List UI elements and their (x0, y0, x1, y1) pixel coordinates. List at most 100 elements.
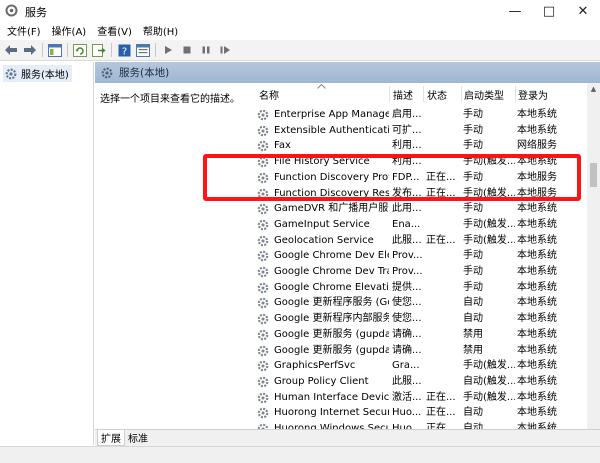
service-desc-cell: 使您... (392, 313, 422, 325)
menu-help[interactable]: 帮助(H) (139, 23, 182, 38)
service-startup-cell: 手动 (463, 266, 483, 277)
service-desc-cell: 此用... (392, 203, 422, 215)
menu-bar: 文件(F) 操作(A) 查看(V) 帮助(H) (0, 22, 600, 38)
restart-icon (220, 46, 230, 54)
services-gear-icon (101, 67, 113, 78)
service-row[interactable]: Google 更新程序服务 (Go...使您... 自动 本地系统 (255, 295, 587, 311)
toolbar-separator (67, 43, 68, 57)
services-list[interactable]: 名称 描述 状态 启动类型 登录为 Enterprise App Manage.… (255, 83, 587, 445)
console-tree-button[interactable] (47, 42, 63, 58)
service-logon-cell: 本地系统 (517, 375, 557, 387)
menu-file[interactable]: 文件(F) (3, 23, 45, 38)
service-row[interactable]: Fax 利用... 手动 网络服务 (255, 138, 587, 154)
service-status-cell: 正在... (426, 407, 456, 419)
service-gear-icon (257, 376, 269, 388)
service-row[interactable]: Google Chrome Dev Tra...Prov... 手动 本地系统 (255, 264, 587, 280)
service-row[interactable]: Google 更新程序内部服务...使您... 自动 本地系统 (255, 311, 587, 327)
service-row[interactable]: Human Interface Device ...激活... 正在... 手动(触… (255, 390, 587, 406)
help-button[interactable]: ? (116, 42, 132, 58)
help-icon: ? (118, 44, 130, 57)
scroll-thumb[interactable] (590, 163, 597, 187)
column-header-status[interactable]: 状态 (427, 83, 463, 105)
refresh-button[interactable] (72, 42, 88, 58)
highlight-box (203, 154, 581, 201)
service-name-cell: Huorong Internet Securit... (274, 407, 389, 419)
toolbar: ? (0, 40, 600, 61)
service-row[interactable]: GameInput Service Ena... 手动(触发... 本地系统 (255, 217, 587, 233)
service-desc-cell: Gra... (392, 360, 420, 372)
service-name-cell: Google 更新服务 (gupdat... (274, 344, 389, 356)
restart-service-button[interactable] (217, 42, 233, 58)
service-row[interactable]: GraphicsPerfSvc Gra... 手动(触发... 本地系统 (255, 358, 587, 374)
back-arrow-icon (5, 45, 17, 55)
service-name-cell: GraphicsPerfSvc (274, 360, 356, 372)
view-tabs: 扩展 标准 (95, 429, 600, 446)
service-startup-cell: 手动 (463, 109, 483, 120)
service-status-cell (426, 264, 460, 280)
toolbar-separator (155, 43, 156, 57)
service-desc-cell: Prov... (392, 266, 422, 277)
service-name-cell: Google Chrome Dev Elev... (274, 250, 389, 262)
title-bar: 服务 — □ ✕ (0, 0, 600, 22)
status-bar (0, 446, 600, 463)
service-gear-icon (257, 219, 269, 231)
export-list-button[interactable] (91, 42, 107, 58)
service-gear-icon (257, 360, 269, 372)
service-desc-cell: 请确... (392, 328, 422, 340)
service-status-cell (426, 248, 460, 264)
tree-node-services-local[interactable]: 服务(本地) (3, 65, 72, 82)
service-gear-icon (257, 407, 269, 419)
pause-service-button[interactable] (198, 42, 214, 58)
close-button[interactable]: ✕ (566, 0, 600, 22)
service-row[interactable]: Google Chrome Elevatio...提供... 手动 本地系统 (255, 280, 587, 296)
maximize-button[interactable]: □ (532, 0, 566, 22)
service-row[interactable]: Google 更新服务 (gupdat...请确... 禁用 本地系统 (255, 343, 587, 359)
service-gear-icon (257, 313, 269, 325)
stop-icon (183, 46, 191, 54)
column-header-startup-type[interactable]: 启动类型 (464, 83, 516, 105)
service-row[interactable]: Geolocation Service 此服... 正在... 手动(触发... 本地系… (255, 233, 587, 249)
services-pane: 服务(本地) 选择一个项目来查看它的描述。 名称 描述 状态 启动类型 登录为 … (95, 62, 600, 445)
scroll-up-icon[interactable]: ▲ (587, 83, 600, 95)
toolbar-separator (111, 43, 112, 57)
column-divider (515, 86, 516, 102)
start-service-button[interactable] (160, 42, 176, 58)
menu-view[interactable]: 查看(V) (93, 23, 136, 38)
back-button[interactable] (3, 42, 19, 58)
stop-service-button[interactable] (179, 42, 195, 58)
service-name-cell: Google Chrome Dev Tra... (274, 266, 389, 277)
properties-button[interactable] (135, 42, 151, 58)
service-row[interactable]: Group Policy Client 此服... 自动(触发... 本地系统 (255, 374, 587, 390)
service-desc-cell: 此服... (392, 234, 422, 246)
service-logon-cell: 本地系统 (517, 266, 557, 277)
service-desc-cell: Ena... (392, 218, 421, 230)
service-row[interactable]: Extensible Authentication...可扩... 手动 本地系统 (255, 123, 587, 139)
service-gear-icon (257, 125, 269, 136)
column-header-log-on-as[interactable]: 登录为 (518, 83, 578, 105)
service-row[interactable]: Enterprise App Manage... 启用... 手动 本地系统 (255, 107, 587, 123)
forward-button[interactable] (22, 42, 38, 58)
menu-action[interactable]: 操作(A) (48, 23, 91, 38)
tab-standard[interactable]: 标准 (125, 430, 151, 445)
tab-extended[interactable]: 扩展 (97, 430, 125, 446)
refresh-icon (73, 43, 87, 57)
service-startup-cell: 自动 (463, 313, 483, 325)
service-logon-cell: 本地系统 (517, 313, 557, 325)
service-row[interactable]: Google 更新服务 (gupdate)请确... 禁用 本地系统 (255, 327, 587, 343)
service-startup-cell: 手动(触发... (463, 234, 515, 246)
service-logon-cell: 本地系统 (517, 297, 557, 309)
column-divider (389, 86, 390, 102)
column-header-description[interactable]: 描述 (393, 83, 423, 105)
column-divider (461, 86, 462, 102)
service-row[interactable]: GameDVR 和广播用户服务...此用... 手动 本地系统 (255, 201, 587, 217)
service-startup-cell: 手动 (463, 203, 483, 215)
column-divider (423, 86, 424, 102)
service-row[interactable]: Google Chrome Dev Elev...Prov... 手动 本地系统 (255, 248, 587, 264)
service-desc-cell: 启用... (392, 109, 422, 120)
forward-arrow-icon (24, 45, 36, 55)
minimize-button[interactable]: — (498, 0, 532, 22)
properties-icon (136, 43, 150, 57)
vertical-scrollbar[interactable]: ▲ ▼ (587, 83, 600, 445)
service-desc-cell: Prov... (392, 250, 422, 262)
service-row[interactable]: Huorong Internet Securit...Huo... 正在... 自动… (255, 405, 587, 421)
